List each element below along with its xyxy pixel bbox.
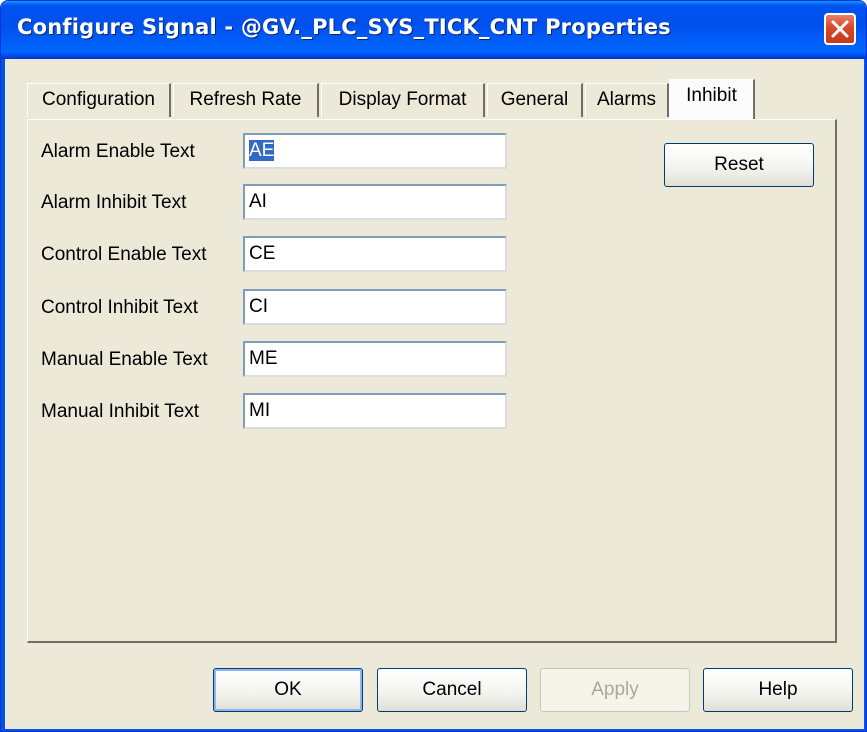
reset-button[interactable]: Reset — [664, 143, 814, 187]
control-enable-text-label: Control Enable Text — [41, 244, 207, 265]
alarm-enable-text-label: Alarm Enable Text — [41, 141, 195, 162]
control-inhibit-text-field[interactable]: CI — [243, 289, 507, 325]
tab-label: Refresh Rate — [189, 89, 302, 110]
manual-inhibit-text-field[interactable]: MI — [243, 393, 507, 429]
window-title: Configure Signal - @GV._PLC_SYS_TICK_CNT… — [17, 15, 671, 39]
cancel-button-label: Cancel — [422, 679, 482, 700]
tab-label: Inhibit — [686, 85, 737, 106]
tab-label: Alarms — [596, 89, 657, 110]
tab-label: Display Format — [338, 89, 467, 110]
properties-dialog: Configure Signal - @GV._PLC_SYS_TICK_CNT… — [0, 0, 867, 732]
manual-enable-text-field[interactable]: ME — [243, 341, 507, 377]
tab-inhibit[interactable]: Inhibit — [669, 79, 755, 119]
tab-label: General — [500, 89, 569, 110]
title-bar[interactable]: Configure Signal - @GV._PLC_SYS_TICK_CNT… — [1, 1, 866, 59]
apply-button-label: Apply — [591, 679, 639, 700]
control-inhibit-text-label: Control Inhibit Text — [41, 297, 199, 318]
ok-button-label: OK — [274, 679, 302, 700]
help-button[interactable]: Help — [703, 668, 853, 712]
alarm-enable-text-field[interactable]: AE — [243, 133, 507, 169]
alarm-inhibit-text-label: Alarm Inhibit Text — [41, 192, 187, 213]
alarm-inhibit-text-value: AI — [249, 191, 267, 212]
tab-refresh-rate[interactable]: Refresh Rate — [173, 83, 319, 117]
tab-general[interactable]: General — [487, 83, 583, 117]
tab-configuration[interactable]: Configuration — [27, 83, 171, 117]
tab-alarms[interactable]: Alarms — [585, 83, 669, 117]
ok-button[interactable]: OK — [213, 668, 363, 712]
manual-inhibit-text-value: MI — [249, 400, 271, 421]
manual-inhibit-text-label: Manual Inhibit Text — [41, 401, 200, 422]
help-button-label: Help — [758, 679, 798, 700]
tab-display-format[interactable]: Display Format — [321, 83, 485, 117]
cancel-button[interactable]: Cancel — [377, 668, 527, 712]
reset-button-label: Reset — [714, 154, 764, 175]
tab-label: Configuration — [41, 89, 156, 110]
manual-enable-text-value: ME — [249, 348, 278, 369]
alarm-enable-text-value: AE — [249, 140, 275, 161]
control-enable-text-value: CE — [249, 243, 276, 264]
apply-button[interactable]: Apply — [540, 668, 690, 712]
manual-enable-text-label: Manual Enable Text — [41, 349, 208, 370]
alarm-inhibit-text-field[interactable]: AI — [243, 184, 507, 220]
control-inhibit-text-value: CI — [249, 296, 268, 317]
close-icon — [831, 20, 849, 38]
close-button[interactable] — [824, 13, 856, 45]
control-enable-text-field[interactable]: CE — [243, 236, 507, 272]
